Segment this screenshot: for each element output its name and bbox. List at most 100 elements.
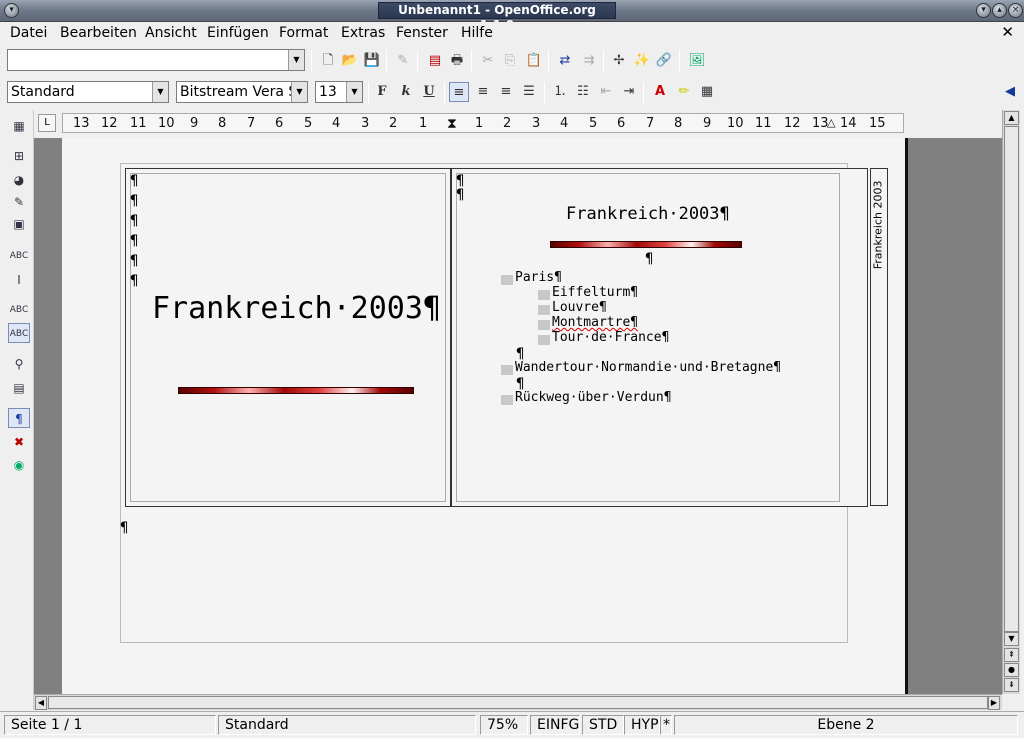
maximize-icon[interactable]: ▴: [992, 3, 1007, 18]
hourglass-indent-icon[interactable]: ⧗: [447, 116, 457, 132]
hyperlink-icon[interactable]: 🔗: [654, 51, 674, 71]
close-document-icon[interactable]: ✕: [1001, 23, 1014, 41]
chevron-down-icon[interactable]: ▼: [288, 50, 304, 70]
draw-functions-icon[interactable]: ✎: [8, 192, 30, 212]
previous-page-icon[interactable]: ⇞: [1004, 648, 1019, 662]
chevron-down-icon[interactable]: ▼: [291, 82, 307, 102]
ruler-tick: 11: [755, 116, 772, 131]
right-indent-marker-icon[interactable]: △: [827, 116, 835, 129]
underline-button[interactable]: U: [419, 82, 439, 102]
horizontal-ruler[interactable]: 13 12 11 10 9 8 7 6 5 4 3 2 1 ⧗ 1 2 3 4 …: [62, 113, 904, 133]
export-pdf-icon[interactable]: ▤: [425, 51, 445, 71]
text-cursor-icon[interactable]: I: [8, 270, 30, 290]
close-window-icon[interactable]: ×: [1008, 3, 1023, 18]
status-insert-mode[interactable]: EINFG: [530, 715, 580, 735]
ruler-tick: 12: [784, 116, 801, 131]
undo-icon[interactable]: ⇄: [555, 51, 575, 71]
ruler-tick: 10: [158, 116, 175, 131]
horizontal-scroll-thumb[interactable]: [48, 696, 988, 709]
insert-fields-icon[interactable]: ⊞: [8, 146, 30, 166]
left-text-frame[interactable]: ¶ ¶ ¶ ¶ ¶ ¶ Frankreich·2003¶: [125, 168, 451, 507]
save-icon[interactable]: 💾: [362, 51, 382, 71]
ruler-tick: 12: [101, 116, 118, 131]
collapse-toolbar-icon[interactable]: ◀: [1000, 82, 1020, 102]
menu-datei[interactable]: Datei: [10, 25, 47, 41]
navigation-icon[interactable]: ●: [1004, 663, 1019, 677]
new-document-icon[interactable]: 🗋: [318, 51, 338, 71]
background-color-icon[interactable]: ▦: [697, 82, 717, 102]
list-item: Tour·de·France¶: [552, 330, 670, 345]
open-icon[interactable]: 📂: [340, 51, 360, 71]
data-sources-icon[interactable]: ▤: [8, 378, 30, 398]
edit-file-icon[interactable]: ✎: [393, 51, 413, 71]
status-hyphenation[interactable]: HYP: [624, 715, 660, 735]
menu-extras[interactable]: Extras: [341, 25, 385, 41]
gallery-icon[interactable]: 🖼: [687, 51, 707, 71]
numbering-icon[interactable]: ⒈: [550, 82, 570, 102]
vertical-text-frame[interactable]: Frankreich 2003: [870, 168, 888, 506]
paragraph-style-combo[interactable]: Standard ▼: [7, 81, 169, 103]
nonprinting-chars-icon[interactable]: ¶: [8, 408, 30, 428]
status-selection-mode[interactable]: STD: [582, 715, 624, 735]
horizontal-scrollbar[interactable]: ◀ ▶: [34, 694, 1002, 710]
scroll-right-icon[interactable]: ▶: [988, 696, 1000, 710]
copy-icon[interactable]: ⎘: [500, 51, 520, 71]
italic-button[interactable]: k: [396, 82, 416, 102]
vertical-scroll-thumb[interactable]: [1004, 126, 1019, 632]
scroll-down-icon[interactable]: ▼: [1004, 632, 1019, 646]
cut-icon[interactable]: ✂: [478, 51, 498, 71]
print-icon[interactable]: 🖶: [447, 51, 467, 71]
minimize-icon[interactable]: ▾: [976, 3, 991, 18]
ruler-tick: 13: [73, 116, 90, 131]
redo-icon[interactable]: ⇉: [579, 51, 599, 71]
font-color-icon[interactable]: A: [650, 82, 670, 102]
chevron-down-icon[interactable]: ▼: [346, 82, 362, 102]
scroll-up-icon[interactable]: ▲: [1004, 111, 1019, 125]
align-center-icon[interactable]: ≡: [473, 82, 493, 102]
insert-table-icon[interactable]: ▦: [8, 116, 30, 136]
tab-stop-selector[interactable]: L: [38, 114, 56, 132]
scroll-left-icon[interactable]: ◀: [35, 696, 47, 710]
menu-ansicht[interactable]: Ansicht: [145, 25, 197, 41]
autocomplete-icon[interactable]: ABC: [8, 246, 30, 266]
bullets-icon[interactable]: ☷: [573, 82, 593, 102]
font-size-combo[interactable]: 13 ▼: [315, 81, 363, 103]
menu-einfuegen[interactable]: Einfügen: [207, 25, 269, 41]
spellcheck-icon[interactable]: ABC: [8, 300, 30, 320]
find-replace-icon[interactable]: ⚲: [8, 354, 30, 374]
stylist-icon[interactable]: ✨: [632, 51, 652, 71]
status-bar: Seite 1 / 1 Standard 75% EINFG STD HYP *…: [0, 711, 1024, 738]
bold-button[interactable]: F: [372, 82, 392, 102]
font-name-combo[interactable]: Bitstream Vera Sa ▼: [176, 81, 308, 103]
align-left-icon[interactable]: ≡: [449, 82, 469, 102]
next-page-icon[interactable]: ⇟: [1004, 678, 1019, 692]
url-combo[interactable]: ▼: [7, 49, 305, 71]
online-layout-icon[interactable]: ◉: [8, 455, 30, 475]
list-bullet: [538, 335, 550, 345]
align-justify-icon[interactable]: ☰: [519, 82, 539, 102]
menu-bearbeiten[interactable]: Bearbeiten: [60, 25, 137, 41]
status-modified: *: [660, 715, 672, 735]
vertical-scrollbar[interactable]: ▲ ▼ ⇞ ● ⇟: [1002, 110, 1020, 694]
menu-format[interactable]: Format: [279, 25, 328, 41]
left-frame-title: Frankreich·2003¶: [152, 291, 441, 326]
navigator-icon[interactable]: ✢: [609, 51, 629, 71]
status-style[interactable]: Standard: [218, 715, 476, 735]
increase-indent-icon[interactable]: ⇥: [619, 82, 639, 102]
page[interactable]: ¶ ¶ ¶ ¶ ¶ ¶ Frankreich·2003¶ ¶ ¶ Frankre…: [62, 138, 905, 694]
chevron-down-icon[interactable]: ▼: [152, 82, 168, 102]
right-text-frame[interactable]: ¶ ¶ Frankreich·2003¶ ¶ Paris¶ Eiffelturm…: [451, 168, 868, 507]
status-zoom[interactable]: 75%: [480, 715, 528, 735]
form-controls-icon[interactable]: ▣: [8, 214, 30, 234]
graphics-off-icon[interactable]: ✖: [8, 432, 30, 452]
window-title: Unbenannt1 - OpenOffice.org 1.1.0: [378, 2, 616, 32]
insert-object-icon[interactable]: ◕: [8, 170, 30, 190]
align-right-icon[interactable]: ≡: [496, 82, 516, 102]
highlighting-icon[interactable]: ✏: [674, 82, 694, 102]
decrease-indent-icon[interactable]: ⇤: [596, 82, 616, 102]
menu-hilfe[interactable]: Hilfe: [461, 25, 493, 41]
menu-fenster[interactable]: Fenster: [396, 25, 448, 41]
auto-spellcheck-icon[interactable]: ABC: [8, 323, 30, 343]
paste-icon[interactable]: 📋: [524, 51, 544, 71]
window-menu-icon[interactable]: ▾: [4, 3, 19, 18]
